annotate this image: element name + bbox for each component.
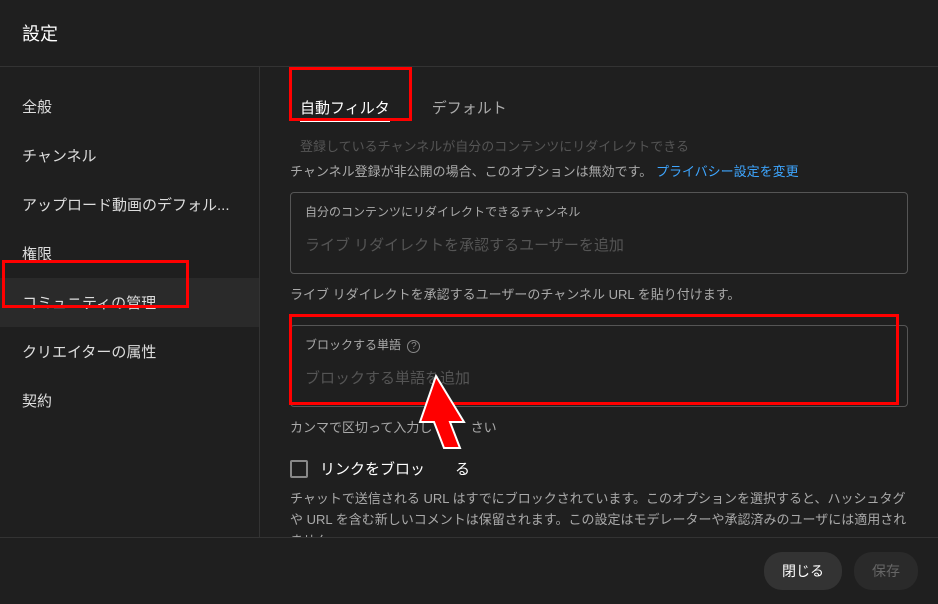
content-panel: 自動フィルタ デフォルト 登録しているチャンネルが自分のコンテンツにリダイレクト… <box>260 67 938 545</box>
sidebar-item-general[interactable]: 全般 <box>0 82 259 131</box>
sidebar-item-agreements[interactable]: 契約 <box>0 376 259 425</box>
sidebar-item-channel[interactable]: チャンネル <box>0 131 259 180</box>
block-words-input-box[interactable]: ブロックする単語 ? ブロックする単語を追加 <box>290 325 908 407</box>
privacy-settings-link[interactable]: プライバシー設定を変更 <box>656 164 799 179</box>
tab-default[interactable]: デフォルト <box>428 87 511 130</box>
save-button[interactable]: 保存 <box>854 552 918 590</box>
privacy-note: チャンネル登録が非公開の場合、このオプションは無効です。 <box>290 164 652 179</box>
sidebar-item-upload-defaults[interactable]: アップロード動画のデフォル... <box>0 180 259 229</box>
sidebar-item-community[interactable]: コミュニティの管理 <box>0 278 259 327</box>
redirect-box-label: 自分のコンテンツにリダイレクトできるチャンネル <box>305 203 893 220</box>
disabled-option-text: 登録しているチャンネルが自分のコンテンツにリダイレクトできる <box>300 136 908 155</box>
sidebar: 全般 チャンネル アップロード動画のデフォル... 権限 コミュニティの管理 ク… <box>0 67 260 545</box>
footer: 閉じる 保存 <box>0 537 938 604</box>
block-words-helper: カンマで区切って入力してください <box>290 417 908 436</box>
block-links-label: リンクをブロックする <box>320 458 470 479</box>
page-title: 設定 <box>22 24 58 44</box>
block-links-checkbox[interactable] <box>290 460 308 478</box>
tab-auto-filter[interactable]: 自動フィルタ <box>296 87 394 130</box>
block-words-label: ブロックする単語 ? <box>305 336 893 353</box>
redirect-helper-text: ライブ リダイレクトを承認するユーザーのチャンネル URL を貼り付けます。 <box>290 284 908 303</box>
block-words-placeholder: ブロックする単語を追加 <box>305 363 893 396</box>
redirect-channel-input-box[interactable]: 自分のコンテンツにリダイレクトできるチャンネル ライブ リダイレクトを承認するユ… <box>290 192 908 274</box>
sidebar-item-permissions[interactable]: 権限 <box>0 229 259 278</box>
help-icon[interactable]: ? <box>407 340 420 353</box>
close-button[interactable]: 閉じる <box>764 552 842 590</box>
sidebar-item-creator-attrs[interactable]: クリエイターの属性 <box>0 327 259 376</box>
redirect-box-placeholder: ライブ リダイレクトを承認するユーザーを追加 <box>305 230 893 263</box>
